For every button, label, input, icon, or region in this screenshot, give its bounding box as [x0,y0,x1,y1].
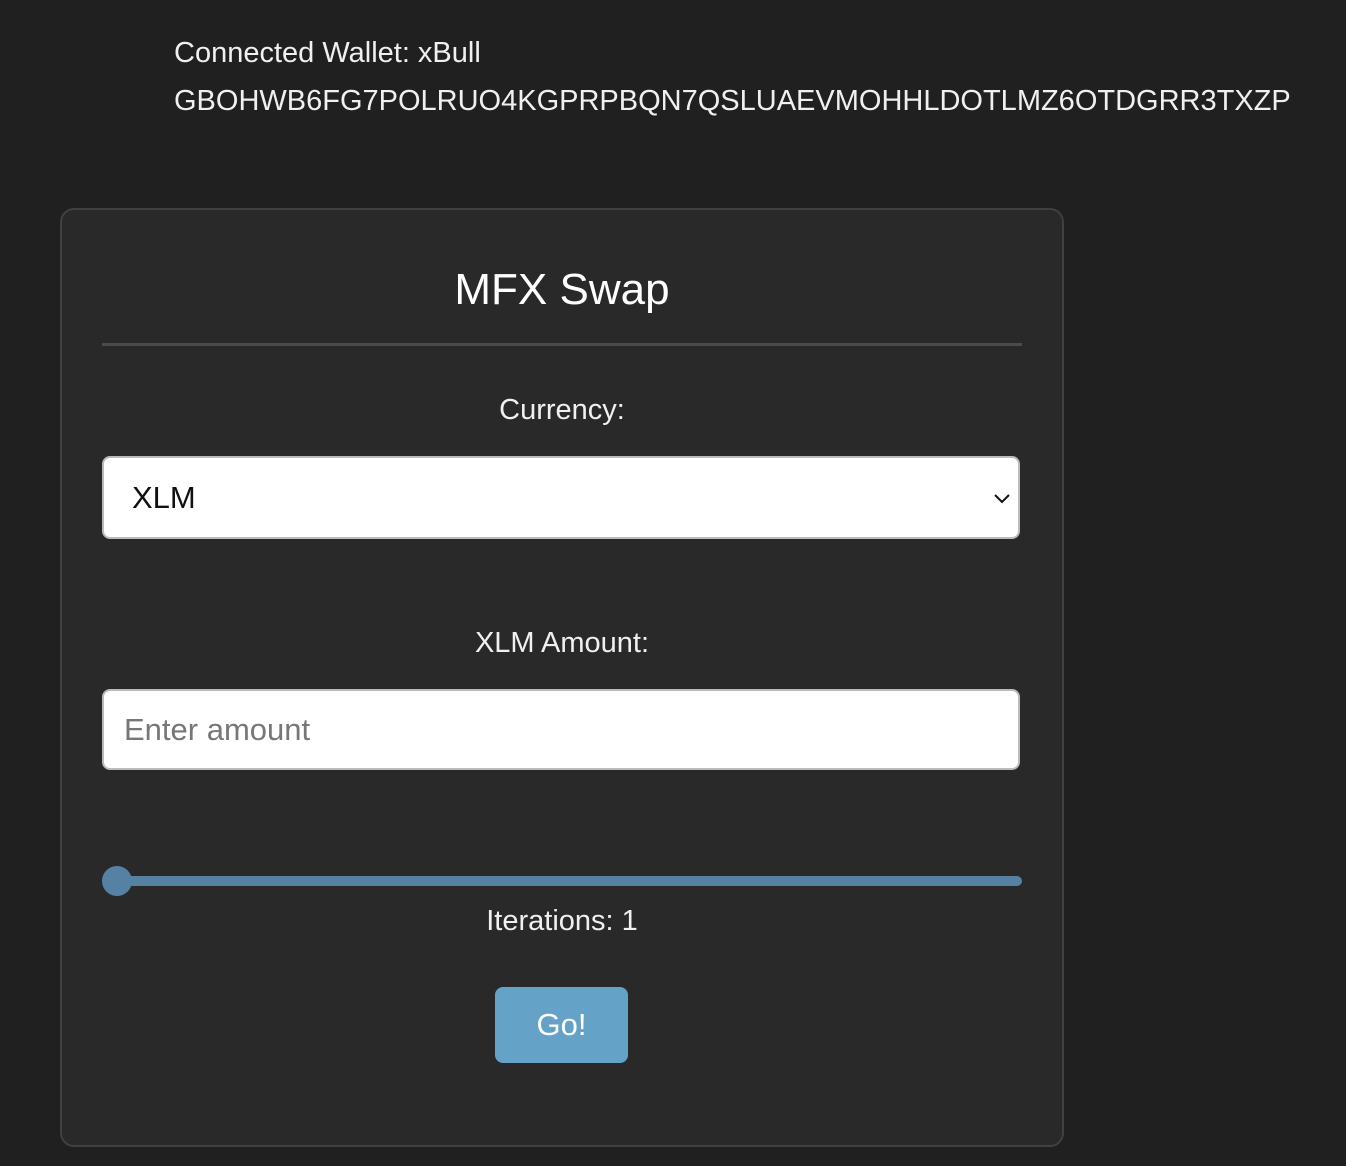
amount-input[interactable] [102,689,1020,770]
card-title: MFX Swap [454,265,670,314]
go-button[interactable]: Go! [495,987,628,1063]
wallet-address: GBOHWB6FG7POLRUO4KGPRPBQN7QSLUAEVMOHHLDO… [174,85,1291,117]
iterations-slider[interactable] [104,876,1022,886]
swap-card: MFX Swap Currency: XLM XLM Amount: Itera… [60,208,1064,1147]
connected-wallet-label: Connected Wallet: xBull [174,37,481,69]
iterations-slider-thumb[interactable] [102,866,132,896]
currency-selected-value: XLM [132,480,196,515]
currency-label: Currency: [499,394,625,426]
chevron-down-icon [994,494,1010,504]
divider [102,343,1022,346]
iterations-label: Iterations: 1 [486,905,638,937]
currency-select[interactable]: XLM [102,456,1020,539]
amount-label: XLM Amount: [474,627,650,659]
